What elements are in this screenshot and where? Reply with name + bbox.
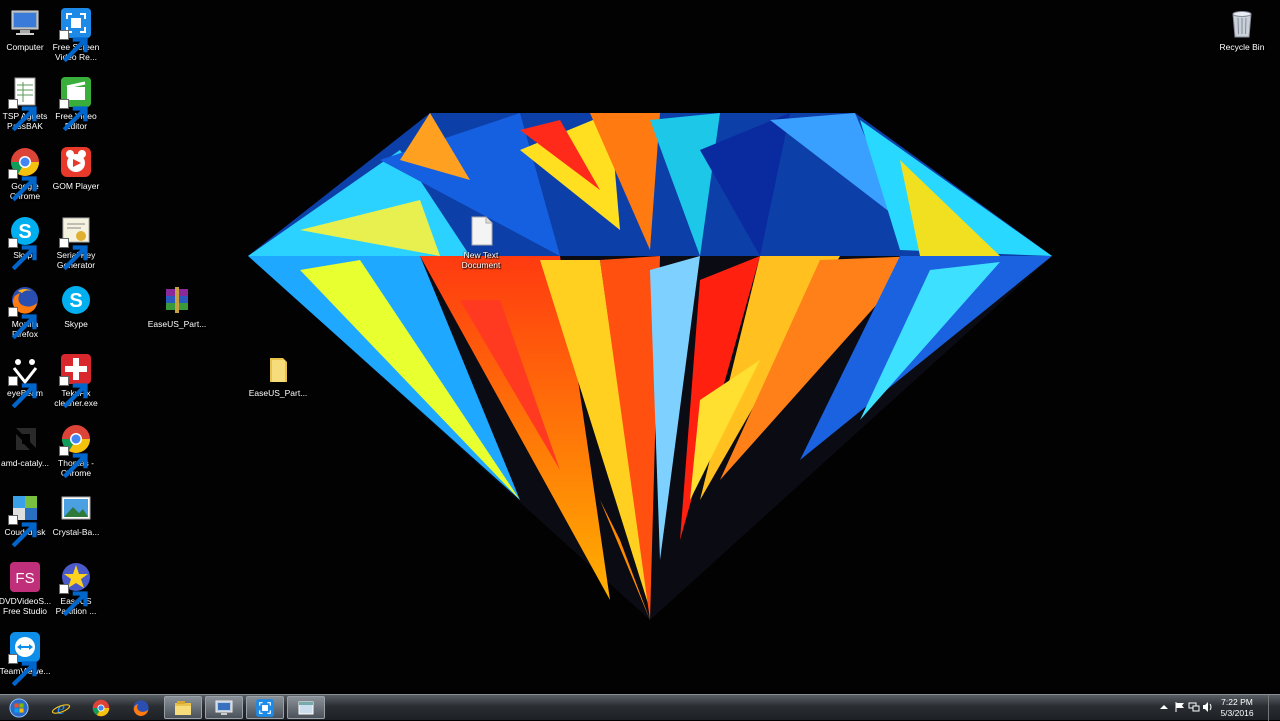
new-text-document-item[interactable]: New Text Document (450, 212, 512, 278)
show-desktop-button[interactable] (1268, 695, 1280, 721)
desktop[interactable]: Computer TSP Agnets PassBAK Google Chrom… (0, 0, 1280, 694)
svg-text:FS: FS (15, 570, 34, 587)
skype-2-item[interactable]: S Skype (45, 281, 107, 347)
chrome-icon (59, 422, 93, 479)
shortcut-arrow-icon (59, 584, 88, 617)
video-editor-icon (59, 75, 93, 132)
winrar-archive-icon (160, 283, 194, 317)
crystal-ba-item[interactable]: Crystal-Ba... (45, 489, 107, 555)
easeus-rar-item[interactable]: EaseUS_Part... (146, 281, 208, 347)
spreadsheet-file-icon (8, 75, 42, 132)
firefox-icon (8, 283, 42, 340)
remote-desktop-button[interactable] (205, 696, 243, 719)
gom-player-item[interactable]: GOM Player (45, 143, 107, 209)
shortcut-arrow-icon (59, 30, 88, 63)
icon-label: New Text Document (461, 250, 501, 270)
shortcut-arrow-icon (8, 654, 37, 687)
teknfix-cleaner-item[interactable]: TeknFix cleaner.exe (45, 350, 107, 416)
free-screen-video-recorder-item[interactable]: Free Screen Video Re... (45, 4, 107, 70)
icon-label: Crystal-Ba... (52, 527, 100, 537)
chrome-icon (92, 699, 110, 716)
chrome-taskbar-button[interactable] (82, 696, 120, 719)
image-file-icon (59, 491, 93, 525)
icon-label: GOM Player (52, 181, 100, 191)
screen-recorder-icon (59, 6, 93, 63)
clock-time: 7:22 PM (1221, 697, 1253, 707)
teamviewer-item[interactable]: TeamViewe... (0, 628, 56, 694)
shortcut-arrow-icon (8, 238, 37, 271)
free-video-editor-item[interactable]: Free Video Editor (45, 73, 107, 139)
action-center-flag-icon[interactable] (1174, 701, 1186, 713)
start-button[interactable] (3, 696, 35, 719)
easeus-star-icon (59, 560, 93, 617)
icon-label: EaseUS_Part... (248, 388, 308, 398)
recycle-bin-icon (1225, 6, 1259, 40)
easeus-folder-item[interactable]: EaseUS_Part... (247, 350, 309, 416)
show-hidden-icons-arrow-icon[interactable] (1158, 701, 1170, 713)
diamond-wallpaper (248, 113, 1052, 620)
shortcut-arrow-icon (8, 515, 37, 548)
thomas-chrome-item[interactable]: Thomas - Chrome (45, 420, 107, 486)
computer-icon (8, 6, 42, 40)
eyebeam-icon (8, 352, 42, 409)
shortcut-arrow-icon (59, 446, 88, 479)
svg-text:e: e (57, 698, 65, 718)
network-icon[interactable] (1188, 701, 1200, 713)
icon-label: Skype (64, 319, 88, 329)
red-cross-icon (59, 352, 93, 409)
shortcut-arrow-icon (59, 99, 88, 132)
skype-icon: S (8, 214, 42, 271)
certificate-icon (59, 214, 93, 271)
firefox-taskbar-button[interactable] (122, 696, 160, 719)
chrome-icon (8, 145, 42, 202)
windows-explorer-button[interactable] (164, 696, 202, 719)
svg-text:S: S (69, 290, 82, 312)
window-icon (298, 701, 314, 714)
recycle-bin-item[interactable]: Recycle Bin (1211, 4, 1273, 70)
gom-player-icon (59, 145, 93, 179)
firefox-icon (133, 699, 149, 716)
screen-recorder-taskbar-button[interactable] (246, 696, 284, 719)
windows-orb-icon (9, 697, 29, 718)
shortcut-arrow-icon (8, 307, 37, 340)
shortcut-arrow-icon (8, 99, 37, 132)
shortcut-arrow-icon (59, 376, 88, 409)
skype-icon: S (59, 283, 93, 317)
monitor-icon (215, 700, 233, 715)
shortcut-arrow-icon (8, 376, 37, 409)
free-studio-icon: FS (8, 560, 42, 594)
folder-icon (175, 700, 191, 715)
screen-recorder-icon (256, 698, 274, 717)
amd-icon (8, 422, 42, 456)
shortcut-arrow-icon (59, 238, 88, 271)
internet-explorer-button[interactable]: e (42, 696, 80, 719)
window-preview-button[interactable] (287, 696, 325, 719)
shortcut-arrow-icon (8, 169, 37, 202)
system-tray: 7:22 PM 5/3/2016 (1150, 695, 1280, 721)
puzzle-app-icon (8, 491, 42, 548)
clock-date: 5/3/2016 (1220, 708, 1254, 718)
icon-label: EaseUS_Part... (147, 319, 207, 329)
easeus-partition-item[interactable]: EaseUS Partition ... (45, 558, 107, 624)
clock[interactable]: 7:22 PM 5/3/2016 (1212, 697, 1262, 719)
teamviewer-icon (8, 630, 42, 687)
text-file-icon (464, 214, 498, 248)
icon-label: Recycle Bin (1219, 42, 1265, 52)
folder-icon (261, 352, 295, 386)
taskbar: e 7:22 PM 5/3/2016 (0, 694, 1280, 721)
serial-key-generator-item[interactable]: Serial Key Generator (45, 212, 107, 278)
internet-explorer-icon: e (51, 698, 71, 718)
